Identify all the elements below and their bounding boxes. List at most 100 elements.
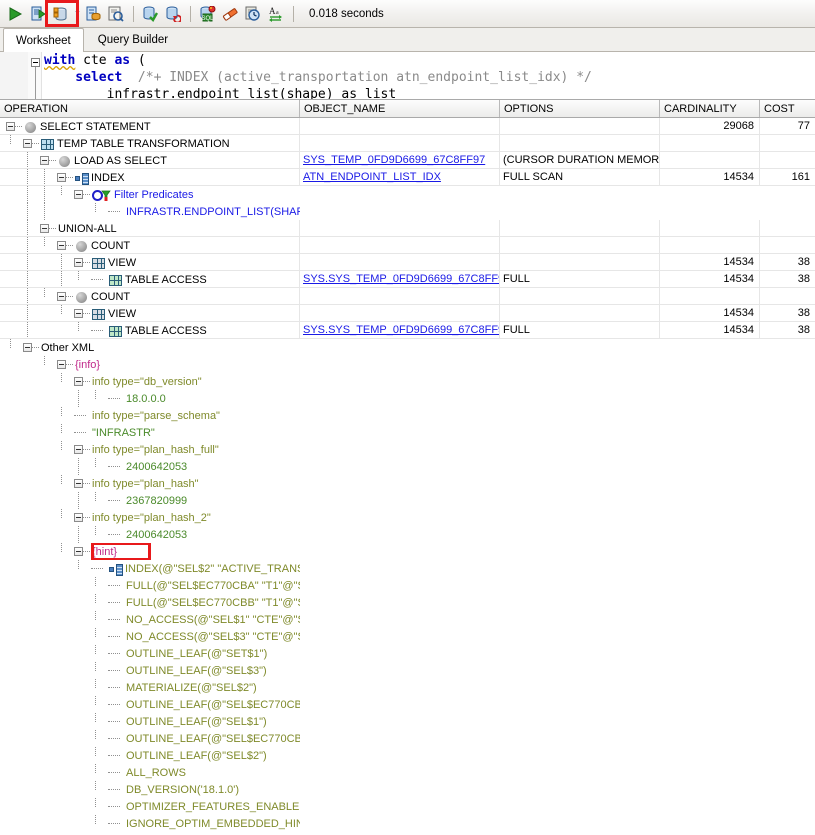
cell-object-name[interactable]: SYS.SYS_TEMP_0FD9D6699_67C8FF97 (300, 271, 500, 288)
table-row[interactable]: VIEW 14534 38 (0, 254, 815, 271)
plan-node[interactable]: VIEW (92, 254, 136, 270)
plan-node[interactable]: {info} (75, 356, 100, 373)
plan-node[interactable]: info type="plan_hash_2" (92, 509, 211, 526)
plan-node[interactable]: FULL(@"SEL$EC770CBB" "T1"@"SEL$EC770CBB"… (126, 594, 300, 611)
plan-node[interactable]: OUTLINE_LEAF(@"SEL$2") (126, 747, 267, 764)
table-row[interactable]: Filter Predicates (0, 186, 815, 203)
column-header-operation[interactable]: OPERATION (0, 100, 300, 117)
tree-expand-toggle[interactable] (57, 360, 66, 369)
table-row[interactable]: TEMP TABLE TRANSFORMATION (0, 135, 815, 152)
table-row[interactable]: SELECT STATEMENT 29068 77 (0, 118, 815, 135)
table-row[interactable]: NO_ACCESS(@"SEL$3" "CTE"@"SEL$3") (0, 628, 815, 645)
explain-plan-button[interactable] (50, 3, 72, 25)
plan-node[interactable]: LOAD AS SELECT (58, 152, 167, 168)
plan-node[interactable]: info type="parse_schema" (92, 407, 220, 424)
table-row[interactable]: IGNORE_OPTIM_EMBEDDED_HINTS (0, 815, 815, 832)
sql-history-button[interactable] (105, 3, 127, 25)
rollback-button[interactable] (162, 3, 184, 25)
tab-query-builder[interactable]: Query Builder (85, 28, 181, 51)
tree-expand-toggle[interactable] (74, 190, 83, 199)
table-row[interactable]: info type="parse_schema" (0, 407, 815, 424)
tree-expand-toggle[interactable] (74, 445, 83, 454)
plan-node[interactable]: COUNT (75, 288, 130, 304)
table-row[interactable]: NO_ACCESS(@"SEL$1" "CTE"@"SEL$1") (0, 611, 815, 628)
plan-node[interactable]: Filter Predicates (92, 186, 193, 203)
plan-node[interactable]: 2400642053 (126, 526, 187, 543)
plan-node[interactable]: TEMP TABLE TRANSFORMATION (41, 135, 230, 151)
tree-expand-toggle[interactable] (57, 173, 66, 182)
plan-node[interactable]: UNION-ALL (58, 220, 117, 236)
table-row[interactable]: 2367820999 (0, 492, 815, 509)
table-row[interactable]: {hint} (0, 543, 815, 560)
plan-node[interactable]: OUTLINE_LEAF(@"SET$1") (126, 645, 267, 662)
plan-node[interactable]: info type="plan_hash_full" (92, 441, 219, 458)
code-fold-toggle[interactable] (31, 58, 40, 67)
explain-plan-dropdown-caret[interactable]: ▼ (73, 4, 82, 24)
plan-node[interactable]: OUTLINE_LEAF(@"SEL$1") (126, 713, 267, 730)
tree-expand-toggle[interactable] (57, 241, 66, 250)
plan-node[interactable]: TABLE ACCESS (109, 322, 207, 338)
plan-node[interactable]: OUTLINE_LEAF(@"SEL$EC770CBB") (126, 730, 300, 747)
table-row[interactable]: LOAD AS SELECT SYS_TEMP_0FD9D6699_67C8FF9… (0, 152, 815, 169)
table-row[interactable]: INDEX(@"SEL$2" "ACTIVE_TRANSPORTATION"@"… (0, 560, 815, 577)
column-header-options[interactable]: OPTIONS (500, 100, 660, 117)
table-row[interactable]: info type="plan_hash_full" (0, 441, 815, 458)
plan-node[interactable]: {hint} (92, 543, 117, 560)
plan-node[interactable]: VIEW (92, 305, 136, 321)
unshared-sql-worksheet-button[interactable]: SQL (196, 3, 218, 25)
table-row[interactable]: info type="plan_hash" (0, 475, 815, 492)
plan-node[interactable]: 2400642053 (126, 458, 187, 475)
plan-node[interactable]: DB_VERSION('18.1.0') (126, 781, 239, 798)
cell-object-name[interactable]: ATN_ENDPOINT_LIST_IDX (300, 169, 500, 186)
plan-node[interactable]: info type="plan_hash" (92, 475, 199, 492)
table-row[interactable]: OUTLINE_LEAF(@"SEL$1") (0, 713, 815, 730)
table-row[interactable]: Other XML (0, 339, 815, 356)
plan-node[interactable]: OUTLINE_LEAF(@"SEL$3") (126, 662, 267, 679)
plan-node[interactable]: 2367820999 (126, 492, 187, 509)
object-name-link[interactable]: SYS_TEMP_0FD9D6699_67C8FF97 (303, 154, 485, 166)
plan-node[interactable]: IGNORE_OPTIM_EMBEDDED_HINTS (126, 815, 300, 832)
tree-expand-toggle[interactable] (74, 309, 83, 318)
plan-node[interactable]: OUTLINE_LEAF(@"SEL$EC770CBA") (126, 696, 300, 713)
plan-node[interactable]: TABLE ACCESS (109, 271, 207, 287)
tree-expand-toggle[interactable] (57, 292, 66, 301)
table-row[interactable]: "INFRASTR" (0, 424, 815, 441)
tree-expand-toggle[interactable] (23, 343, 32, 352)
tree-expand-toggle[interactable] (74, 547, 83, 556)
plan-node[interactable]: SELECT STATEMENT (24, 118, 151, 134)
object-name-link[interactable]: ATN_ENDPOINT_LIST_IDX (303, 171, 441, 183)
plan-node[interactable]: Other XML (41, 339, 94, 356)
clear-worksheet-button[interactable] (219, 3, 241, 25)
commit-button[interactable] (139, 3, 161, 25)
table-row[interactable]: OUTLINE_LEAF(@"SEL$3") (0, 662, 815, 679)
run-script-button[interactable] (27, 3, 49, 25)
table-row[interactable]: 18.0.0.0 (0, 390, 815, 407)
column-header-cost[interactable]: COST (760, 100, 815, 117)
tree-expand-toggle[interactable] (23, 139, 32, 148)
table-row[interactable]: COUNT (0, 237, 815, 254)
plan-node[interactable]: NO_ACCESS(@"SEL$3" "CTE"@"SEL$3") (126, 628, 300, 645)
table-row[interactable]: INFRASTR.ENDPOINT_LIST(SHAPE) IS NOT NUL… (0, 203, 815, 220)
column-header-object-name[interactable]: OBJECT_NAME (300, 100, 500, 117)
cell-object-name[interactable]: SYS.SYS_TEMP_0FD9D6699_67C8FF97 (300, 322, 500, 339)
plan-node[interactable]: ALL_ROWS (126, 764, 186, 781)
plan-node[interactable]: info type="db_version" (92, 373, 202, 390)
table-row[interactable]: 2400642053 (0, 526, 815, 543)
table-row[interactable]: 2400642053 (0, 458, 815, 475)
run-statement-button[interactable] (4, 3, 26, 25)
format-sql-button[interactable]: A a (265, 3, 287, 25)
plan-node[interactable]: INDEX (75, 169, 125, 185)
table-row[interactable]: info type="plan_hash_2" (0, 509, 815, 526)
table-row[interactable]: FULL(@"SEL$EC770CBB" "T1"@"SEL$EC770CBB"… (0, 594, 815, 611)
column-header-cardinality[interactable]: CARDINALITY (660, 100, 760, 117)
table-row[interactable]: FULL(@"SEL$EC770CBA" "T1"@"SEL$EC770CBA"… (0, 577, 815, 594)
plan-node[interactable]: MATERIALIZE(@"SEL$2") (126, 679, 257, 696)
table-row[interactable]: info type="db_version" (0, 373, 815, 390)
table-row[interactable]: OUTLINE_LEAF(@"SEL$EC770CBB") (0, 730, 815, 747)
query-history-button[interactable] (242, 3, 264, 25)
table-row[interactable]: TABLE ACCESS SYS.SYS_TEMP_0FD9D6699_67C8F… (0, 322, 815, 339)
plan-node[interactable]: NO_ACCESS(@"SEL$1" "CTE"@"SEL$1") (126, 611, 300, 628)
plan-node[interactable]: COUNT (75, 237, 130, 253)
table-row[interactable]: {info} (0, 356, 815, 373)
table-row[interactable]: OPTIMIZER_FEATURES_ENABLE('18.1.0') (0, 798, 815, 815)
